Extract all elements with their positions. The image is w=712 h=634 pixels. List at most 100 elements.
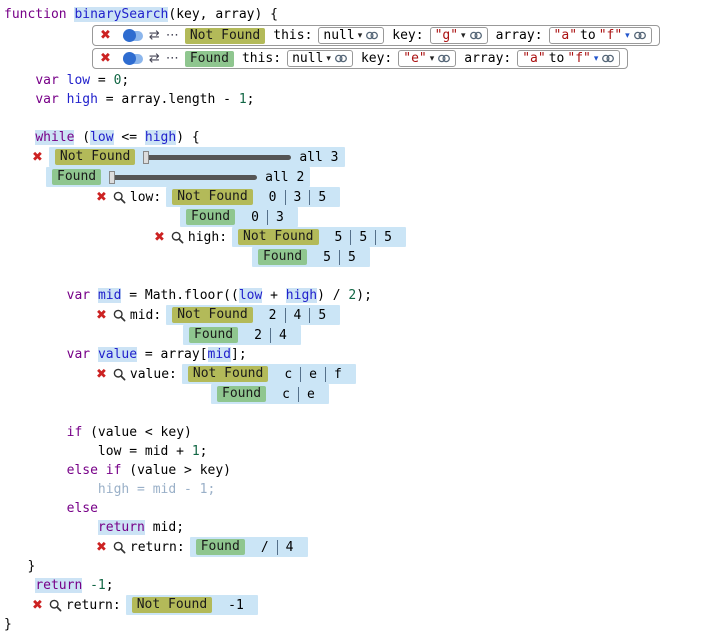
code-token-highlighted[interactable]: low: [239, 288, 262, 303]
status-badge[interactable]: Found: [258, 249, 307, 265]
probe-values: cef: [276, 367, 349, 382]
status-badge[interactable]: Not Found: [185, 28, 265, 44]
link-icon[interactable]: [437, 54, 451, 63]
code-token-highlighted[interactable]: return: [98, 520, 145, 535]
code-token: ) {: [176, 130, 199, 145]
value-dropdown[interactable]: "e"▾: [398, 50, 456, 67]
code-token: function: [4, 7, 74, 22]
slider-handle[interactable]: [109, 171, 115, 184]
close-icon[interactable]: ✖: [100, 29, 111, 42]
status-badge[interactable]: Not Found: [132, 597, 212, 613]
field-label: array:: [464, 51, 511, 66]
code-token-highlighted[interactable]: value: [98, 347, 137, 362]
magnifier-icon[interactable]: [113, 191, 126, 204]
probe-strip: Not Found245: [166, 305, 340, 325]
code-token: ;: [121, 73, 129, 88]
ellipsis-icon[interactable]: ⋯: [166, 29, 179, 42]
close-icon[interactable]: ✖: [96, 309, 107, 322]
code-line: }: [4, 557, 712, 576]
value-dropdown[interactable]: "a" to "f"▾: [517, 50, 620, 67]
code-token-highlighted[interactable]: high: [145, 130, 176, 145]
value-dropdown[interactable]: null ▾: [318, 27, 384, 44]
probe-value-cell: 5: [315, 250, 339, 265]
dropdown-value: "f": [567, 51, 590, 66]
close-icon[interactable]: ✖: [96, 368, 107, 381]
toggle-switch[interactable]: [123, 54, 143, 64]
code-token-highlighted[interactable]: while: [35, 130, 74, 145]
link-icon[interactable]: [469, 31, 483, 40]
magnifier-icon[interactable]: [49, 599, 62, 612]
code-token: ;: [106, 578, 114, 593]
code-token: ;: [200, 444, 208, 459]
link-icon[interactable]: [365, 31, 379, 40]
link-icon[interactable]: [601, 54, 615, 63]
code-token: = array.length -: [98, 92, 239, 107]
status-badge[interactable]: Not Found: [238, 229, 318, 245]
close-icon[interactable]: ✖: [96, 191, 107, 204]
ellipsis-icon[interactable]: ⋯: [166, 52, 179, 65]
value-dropdown[interactable]: "a" to "f"▾: [549, 27, 652, 44]
link-icon[interactable]: [633, 31, 647, 40]
swap-icon[interactable]: ⇄: [149, 29, 160, 42]
probe-value-cell: 5: [309, 190, 334, 205]
probe-strip: Found 03: [180, 207, 298, 227]
code-token: var: [35, 92, 58, 107]
code-token: [4, 578, 35, 593]
status-badge[interactable]: Found: [217, 386, 266, 402]
code-token: [4, 92, 35, 107]
swap-icon[interactable]: ⇄: [149, 52, 160, 65]
probe-value-cell: 5: [339, 250, 364, 265]
probe-values: 035: [261, 190, 334, 205]
code-line: }: [4, 615, 712, 634]
value-dropdown[interactable]: null▾: [287, 50, 353, 67]
code-token: ];: [231, 347, 247, 362]
slider-handle[interactable]: [143, 151, 149, 164]
status-badge[interactable]: Not Found: [55, 149, 135, 165]
code-token-highlighted[interactable]: binarySearch: [74, 7, 168, 22]
code-line: function binarySearch(key, array) {: [4, 5, 712, 24]
probe-label: mid:: [130, 308, 161, 323]
probe-value-cell: 3: [285, 190, 310, 205]
status-badge[interactable]: Found: [52, 169, 101, 185]
code-token-highlighted[interactable]: return: [35, 578, 82, 593]
status-badge[interactable]: Found: [185, 51, 234, 67]
slider-track[interactable]: [109, 175, 257, 180]
close-icon[interactable]: ✖: [100, 52, 111, 65]
dropdown-arrow-icon: ▾: [326, 54, 331, 64]
close-icon[interactable]: ✖: [96, 541, 107, 554]
magnifier-icon[interactable]: [171, 231, 184, 244]
magnifier-icon[interactable]: [113, 541, 126, 554]
status-badge[interactable]: Not Found: [188, 366, 268, 382]
close-icon[interactable]: ✖: [32, 599, 43, 612]
probe-label: high:: [188, 230, 227, 245]
code-token: [98, 463, 106, 478]
magnifier-icon[interactable]: [113, 368, 126, 381]
slider-track[interactable]: [143, 155, 291, 160]
status-badge[interactable]: Found: [186, 209, 235, 225]
dropdown-arrow-icon: ▾: [358, 31, 363, 41]
code-token: else: [67, 501, 98, 516]
status-badge[interactable]: Not Found: [172, 307, 252, 323]
probe-values: 03: [243, 210, 292, 225]
code-token-highlighted[interactable]: mid: [98, 288, 121, 303]
magnifier-icon[interactable]: [113, 309, 126, 322]
dropdown-arrow-icon: ▾: [625, 31, 630, 41]
dropdown-value: null: [323, 28, 354, 43]
toggle-switch[interactable]: [123, 31, 143, 41]
code-token-highlighted[interactable]: low: [90, 130, 113, 145]
status-badge[interactable]: Not Found: [172, 189, 252, 205]
code-token-highlighted[interactable]: high: [286, 288, 317, 303]
link-icon[interactable]: [334, 54, 348, 63]
code-token: [4, 73, 35, 88]
close-icon[interactable]: ✖: [32, 151, 43, 164]
value-dropdown[interactable]: "g"▾: [430, 27, 488, 44]
status-badge[interactable]: Found: [196, 539, 245, 555]
field-label: array:: [496, 28, 543, 43]
close-icon[interactable]: ✖: [154, 231, 165, 244]
code-line: else: [4, 499, 712, 518]
code-token: if: [106, 463, 122, 478]
toggle-knob: [123, 52, 136, 65]
status-badge[interactable]: Found: [189, 327, 238, 343]
code-token-highlighted[interactable]: mid: [208, 347, 231, 362]
dropdown-value: to: [549, 51, 565, 66]
